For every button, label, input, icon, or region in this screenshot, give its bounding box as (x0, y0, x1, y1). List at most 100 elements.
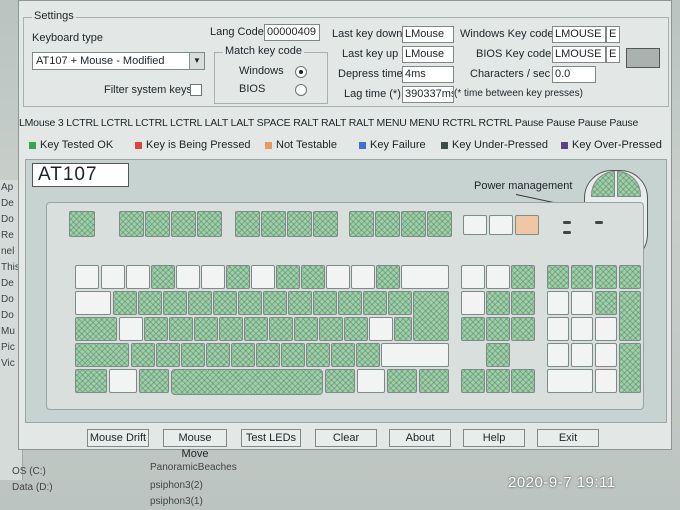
filter-system-keys-checkbox[interactable] (190, 84, 202, 96)
key-t[interactable] (213, 291, 237, 315)
key-num-9[interactable] (595, 291, 617, 315)
key-f3[interactable] (171, 211, 196, 237)
key-f2[interactable] (145, 211, 170, 237)
key-k[interactable] (294, 317, 318, 341)
key-h[interactable] (244, 317, 268, 341)
key-right-alt[interactable] (325, 369, 355, 393)
key-right-shift[interactable] (381, 343, 449, 367)
key-v[interactable] (206, 343, 230, 367)
key-arrow-up[interactable] (486, 343, 510, 367)
key-2[interactable] (126, 265, 150, 289)
key-print-screen[interactable] (461, 317, 485, 341)
key-scroll-lock[interactable] (486, 317, 510, 341)
key-delete[interactable] (461, 291, 485, 315)
mouse-right-button[interactable] (617, 171, 641, 197)
file-psiphon3-2[interactable]: psiphon3(2) (150, 480, 203, 491)
key-quote[interactable] (369, 317, 393, 341)
key-right-ctrl[interactable] (419, 369, 449, 393)
key-slash[interactable] (356, 343, 380, 367)
key-arrow-right[interactable] (511, 369, 535, 393)
key-4[interactable] (176, 265, 200, 289)
key-num-5[interactable] (571, 317, 593, 341)
key-left-win[interactable] (109, 369, 137, 393)
key-end[interactable] (486, 291, 510, 315)
key-left-ctrl[interactable] (75, 369, 107, 393)
key-num-6[interactable] (595, 317, 617, 341)
key-x[interactable] (156, 343, 180, 367)
key-g[interactable] (219, 317, 243, 341)
key-u[interactable] (263, 291, 287, 315)
key-num-0[interactable] (547, 369, 593, 393)
key-n[interactable] (256, 343, 280, 367)
key-num-4[interactable] (547, 317, 569, 341)
key-num-3[interactable] (595, 343, 617, 367)
key-9[interactable] (301, 265, 325, 289)
key-semicolon[interactable] (344, 317, 368, 341)
key-caps-lock[interactable] (75, 317, 117, 341)
key-6[interactable] (226, 265, 250, 289)
help-button[interactable]: Help (463, 429, 525, 447)
key-b[interactable] (231, 343, 255, 367)
key-s[interactable] (144, 317, 168, 341)
key-arrow-left[interactable] (461, 369, 485, 393)
key-minus[interactable] (351, 265, 375, 289)
drive-os-c[interactable]: OS (C:) (12, 466, 46, 477)
key-backslash[interactable] (394, 317, 412, 341)
key-e[interactable] (163, 291, 187, 315)
key-sleep[interactable] (489, 215, 513, 235)
key-right-bracket[interactable] (388, 291, 412, 315)
key-m[interactable] (281, 343, 305, 367)
bios-radio[interactable] (295, 84, 307, 96)
key-page-down[interactable] (511, 291, 535, 315)
key-left-shift[interactable] (75, 343, 129, 367)
key-8[interactable] (276, 265, 300, 289)
key-1[interactable] (101, 265, 125, 289)
key-f5[interactable] (235, 211, 260, 237)
key-f11[interactable] (401, 211, 426, 237)
key-num-multiply[interactable] (595, 265, 617, 289)
key-comma[interactable] (306, 343, 330, 367)
key-p[interactable] (338, 291, 362, 315)
key-num-decimal[interactable] (595, 369, 617, 393)
key-space[interactable] (171, 369, 323, 395)
key-menu[interactable] (387, 369, 417, 393)
keyboard-type-select[interactable]: AT107 + Mouse - Modified ▼ (32, 52, 205, 70)
mouse-left-button[interactable] (591, 171, 615, 197)
mouse-drift-button[interactable]: Mouse Drift (87, 429, 149, 447)
clear-button[interactable]: Clear (315, 429, 377, 447)
key-num-minus[interactable] (619, 265, 641, 289)
key-wake[interactable] (515, 215, 539, 235)
key-y[interactable] (238, 291, 262, 315)
chevron-down-icon[interactable]: ▼ (189, 53, 204, 69)
key-j[interactable] (269, 317, 293, 341)
key-f[interactable] (194, 317, 218, 341)
key-7[interactable] (251, 265, 275, 289)
key-equals[interactable] (376, 265, 400, 289)
key-f10[interactable] (375, 211, 400, 237)
key-a[interactable] (119, 317, 143, 341)
key-0[interactable] (326, 265, 350, 289)
key-num-8[interactable] (571, 291, 593, 315)
key-f8[interactable] (313, 211, 338, 237)
test-leds-button[interactable]: Test LEDs (241, 429, 301, 447)
about-button[interactable]: About (389, 429, 451, 447)
key-c[interactable] (181, 343, 205, 367)
key-z[interactable] (131, 343, 155, 367)
key-insert[interactable] (461, 265, 485, 289)
key-f4[interactable] (197, 211, 222, 237)
key-num-7[interactable] (547, 291, 569, 315)
windows-radio[interactable] (295, 66, 307, 78)
key-left-bracket[interactable] (363, 291, 387, 315)
key-power[interactable] (463, 215, 487, 235)
mouse-move-button[interactable]: Mouse Move (163, 429, 227, 460)
key-backspace[interactable] (401, 265, 449, 289)
file-psiphon3-1[interactable]: psiphon3(1) (150, 496, 203, 507)
file-panoramicbeaches[interactable]: PanoramicBeaches (150, 462, 237, 473)
key-home[interactable] (486, 265, 510, 289)
key-num-2[interactable] (571, 343, 593, 367)
key-num-1[interactable] (547, 343, 569, 367)
key-num-enter[interactable] (619, 343, 641, 393)
key-f9[interactable] (349, 211, 374, 237)
key-period[interactable] (331, 343, 355, 367)
key-l[interactable] (319, 317, 343, 341)
